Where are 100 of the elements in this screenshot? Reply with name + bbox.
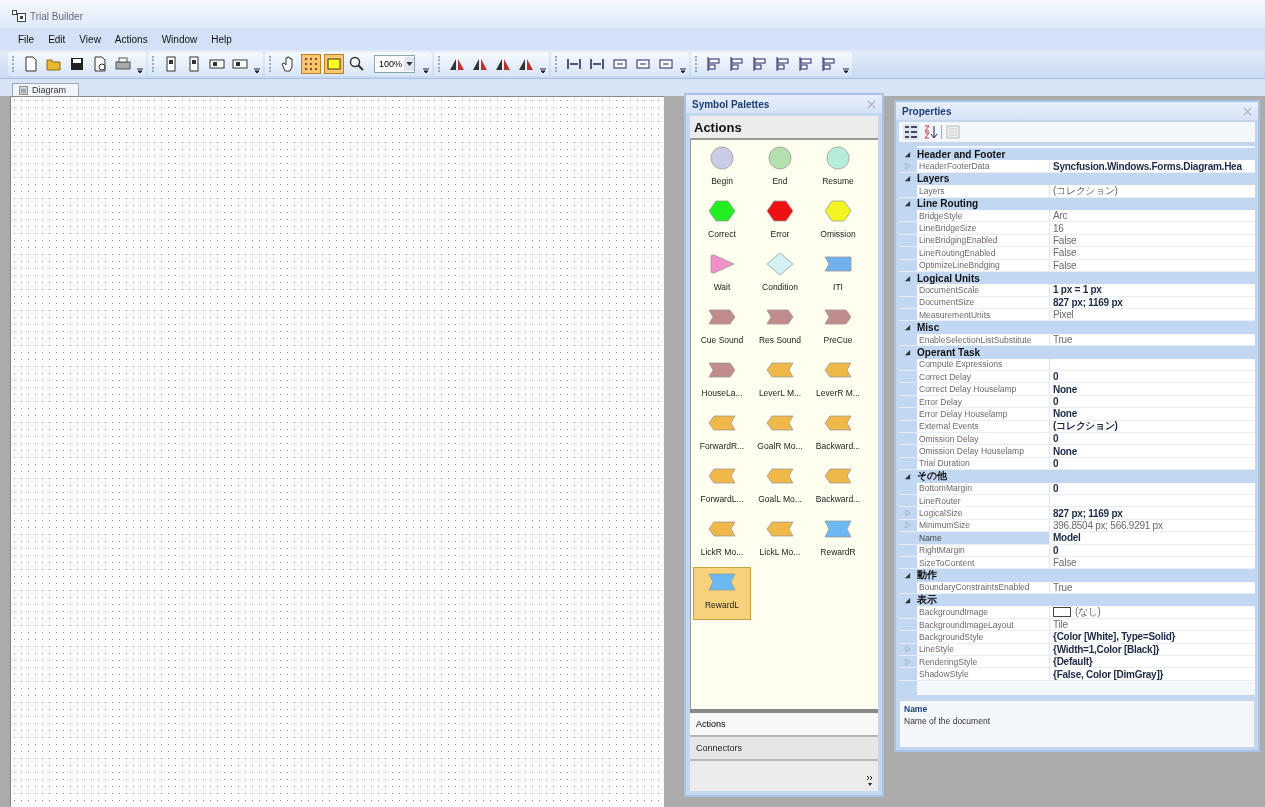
property-value[interactable]: False bbox=[1053, 234, 1077, 246]
palette-symbol[interactable]: Res Sound bbox=[751, 302, 809, 355]
property-name[interactable]: HeaderFooterData bbox=[917, 160, 1050, 172]
menu-item[interactable]: Help bbox=[211, 33, 232, 45]
palette-tab[interactable]: Actions bbox=[690, 713, 878, 737]
property-name[interactable]: ShadowStyle bbox=[917, 668, 1050, 680]
zoom-dropdown[interactable]: 100% bbox=[374, 55, 416, 73]
dropdown-arrow-icon[interactable] bbox=[405, 62, 413, 66]
palette-symbol[interactable]: Resume bbox=[809, 143, 867, 196]
palette-symbol[interactable]: RewardL bbox=[693, 567, 751, 620]
property-name[interactable]: LogicalSize bbox=[917, 507, 1050, 519]
document-tab[interactable]: Diagram bbox=[12, 83, 79, 96]
palette-symbol[interactable]: Begin bbox=[693, 143, 751, 196]
collapse-icon[interactable] bbox=[904, 571, 911, 579]
property-name[interactable]: BackgroundImage bbox=[917, 606, 1050, 618]
property-name[interactable]: Omission Delay Houselamp bbox=[917, 445, 1050, 457]
property-value[interactable]: True bbox=[1053, 334, 1073, 346]
property-value[interactable]: 0 bbox=[1053, 544, 1059, 556]
frame-tool-button[interactable] bbox=[324, 54, 344, 74]
palette-symbol[interactable]: GoalR Mo... bbox=[751, 408, 809, 461]
palette-symbol[interactable]: LeverL M... bbox=[751, 355, 809, 408]
collapse-icon[interactable] bbox=[904, 200, 911, 208]
property-name[interactable]: Trial Duration bbox=[917, 457, 1050, 470]
palette-symbol[interactable]: Backward... bbox=[809, 461, 867, 514]
property-value[interactable]: {Color [White], Type=Solid} bbox=[1053, 631, 1176, 643]
property-name[interactable]: Error Delay bbox=[917, 395, 1050, 408]
property-value[interactable]: False bbox=[1053, 259, 1077, 271]
palette-tab[interactable]: Connectors bbox=[690, 737, 878, 761]
property-value[interactable]: 827 px; 1169 px bbox=[1053, 296, 1123, 308]
palette-symbol[interactable]: Cue Sound bbox=[693, 302, 751, 355]
property-name[interactable]: Layers bbox=[917, 185, 1050, 197]
palette-symbol[interactable]: LickL Mo... bbox=[751, 514, 809, 567]
palette-symbol[interactable]: HouseLa... bbox=[693, 355, 751, 408]
palette-symbol[interactable]: ForwardL... bbox=[693, 461, 751, 514]
property-name[interactable]: BackgroundImageLayout bbox=[917, 618, 1050, 631]
property-value[interactable]: None bbox=[1053, 408, 1077, 420]
property-value[interactable]: 1 px = 1 px bbox=[1053, 284, 1102, 296]
property-name[interactable]: OptimizeLineBridging bbox=[917, 259, 1050, 271]
property-value[interactable]: 0 bbox=[1053, 457, 1059, 469]
collapse-icon[interactable] bbox=[904, 472, 911, 480]
categorized-icon[interactable] bbox=[903, 124, 919, 140]
property-name[interactable]: BottomMargin bbox=[917, 482, 1050, 494]
palette-symbol[interactable]: PreCue bbox=[809, 302, 867, 355]
property-name[interactable]: LineRoutingEnabled bbox=[917, 247, 1050, 259]
property-value[interactable]: None bbox=[1053, 383, 1077, 395]
property-name[interactable]: LineStyle bbox=[917, 643, 1050, 655]
property-name[interactable]: BoundaryConstraintsEnabled bbox=[917, 581, 1050, 594]
collapse-icon[interactable] bbox=[904, 274, 911, 282]
property-value[interactable]: (なし) bbox=[1075, 605, 1101, 620]
palette-symbol[interactable]: Wait bbox=[693, 249, 751, 302]
property-name[interactable]: Error Delay Houselamp bbox=[917, 408, 1050, 420]
property-name[interactable]: BridgeStyle bbox=[917, 209, 1050, 222]
property-value[interactable]: False bbox=[1053, 247, 1077, 259]
property-value[interactable]: False bbox=[1053, 557, 1077, 569]
palette-symbol[interactable]: Correct bbox=[693, 196, 751, 249]
palette-symbol[interactable]: GoalL Mo... bbox=[751, 461, 809, 514]
property-name[interactable]: SizeToContent bbox=[917, 556, 1050, 569]
collapse-icon[interactable] bbox=[904, 150, 911, 158]
collapse-icon[interactable] bbox=[904, 596, 911, 604]
property-name[interactable]: LineBridgeSize bbox=[917, 222, 1050, 234]
property-value[interactable]: {Width=1,Color [Black]} bbox=[1053, 643, 1160, 655]
menu-item[interactable]: Window bbox=[161, 33, 198, 45]
property-name[interactable]: RightMargin bbox=[917, 544, 1050, 556]
property-name[interactable]: MinimumSize bbox=[917, 519, 1050, 532]
property-name[interactable]: EnableSelectionListSubstitute bbox=[917, 333, 1050, 346]
property-value[interactable]: {Default} bbox=[1053, 656, 1093, 668]
property-value[interactable]: {False, Color [DimGray]} bbox=[1053, 668, 1164, 680]
property-name[interactable]: BackgroundStyle bbox=[917, 631, 1050, 643]
menu-item[interactable]: Edit bbox=[48, 33, 66, 45]
property-name[interactable]: Omission Delay bbox=[917, 433, 1050, 445]
property-value[interactable]: 16 bbox=[1053, 222, 1064, 234]
grid-tool-button[interactable] bbox=[301, 54, 321, 74]
palette-symbol[interactable]: Condition bbox=[751, 249, 809, 302]
property-value[interactable]: Pixel bbox=[1053, 309, 1074, 321]
collapse-icon[interactable] bbox=[904, 324, 911, 332]
property-name[interactable]: DocumentSize bbox=[917, 296, 1050, 309]
palette-symbol[interactable]: RewardR bbox=[809, 514, 867, 567]
palette-symbol[interactable]: Omission bbox=[809, 196, 867, 249]
property-value[interactable]: 0 bbox=[1053, 433, 1059, 445]
palette-symbol[interactable]: LickR Mo... bbox=[693, 514, 751, 567]
palette-symbol[interactable]: End bbox=[751, 143, 809, 196]
menu-item[interactable]: Actions bbox=[114, 33, 148, 45]
palette-symbol[interactable]: Backward... bbox=[809, 408, 867, 461]
sort-alphabetical-icon[interactable] bbox=[922, 124, 938, 140]
property-value[interactable]: 396.8504 px; 566.9291 px bbox=[1053, 519, 1163, 531]
collapse-icon[interactable] bbox=[904, 348, 911, 356]
collapse-icon[interactable] bbox=[904, 175, 911, 183]
palette-symbol[interactable]: LeverR M... bbox=[809, 355, 867, 408]
property-value[interactable]: (コレクション) bbox=[1053, 419, 1118, 434]
property-name[interactable]: Name bbox=[917, 532, 1050, 544]
property-name[interactable]: LineBridgingEnabled bbox=[917, 234, 1050, 247]
property-value[interactable]: None bbox=[1053, 445, 1077, 457]
property-value[interactable]: 0 bbox=[1053, 371, 1059, 383]
property-name[interactable]: RenderingStyle bbox=[917, 656, 1050, 668]
menu-item[interactable]: View bbox=[79, 33, 101, 45]
property-value[interactable]: 0 bbox=[1053, 396, 1059, 407]
property-value[interactable]: Model bbox=[1053, 532, 1081, 544]
property-value[interactable]: Arc bbox=[1053, 210, 1068, 222]
property-value[interactable]: Tile bbox=[1053, 619, 1068, 631]
property-value[interactable]: (コレクション) bbox=[1053, 183, 1118, 198]
